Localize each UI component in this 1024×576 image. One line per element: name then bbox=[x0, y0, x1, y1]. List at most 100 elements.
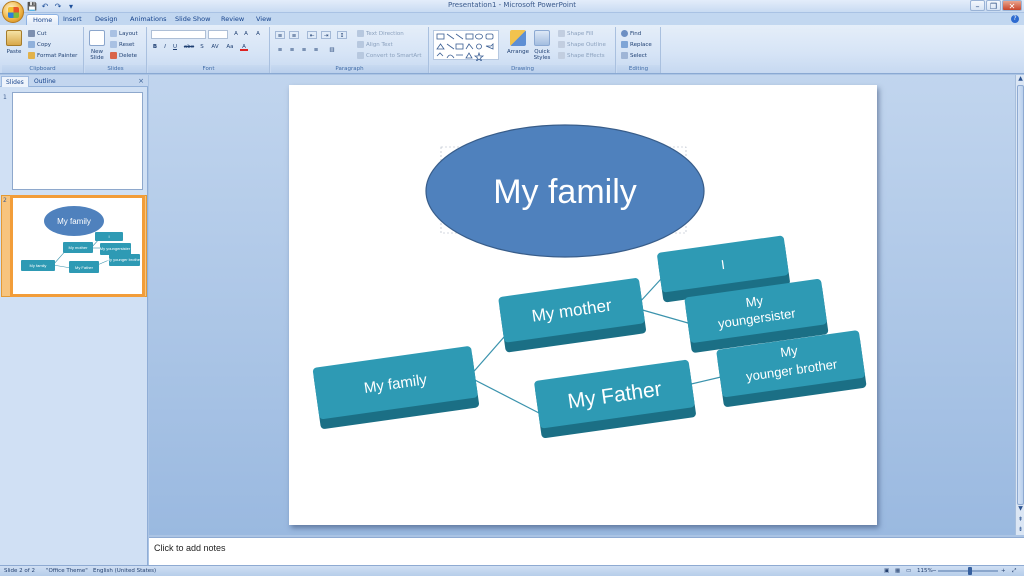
window-controls: – ❐ ✕ bbox=[969, 0, 1022, 11]
notes-placeholder[interactable]: Click to add notes bbox=[154, 543, 226, 553]
slide-sorter-icon[interactable]: ▦ bbox=[895, 567, 900, 576]
strikethrough-button[interactable]: abe bbox=[182, 43, 196, 51]
zoom-slider-knob[interactable] bbox=[968, 567, 972, 575]
slide-count: Slide 2 of 2 bbox=[4, 568, 35, 574]
minimize-button[interactable]: – bbox=[970, 0, 985, 11]
box-root[interactable]: My family bbox=[312, 346, 479, 430]
language-status[interactable]: English (United States) bbox=[93, 567, 156, 576]
zoom-out-icon[interactable]: − bbox=[932, 567, 937, 576]
text-direction-label: Text Direction bbox=[366, 30, 404, 37]
replace-button[interactable]: Replace bbox=[621, 41, 652, 48]
paste-button[interactable]: Paste bbox=[3, 49, 25, 55]
text-direction-button[interactable]: Text Direction bbox=[357, 30, 404, 37]
scroll-down-icon[interactable]: ▼ bbox=[1016, 505, 1024, 514]
select-label: Select bbox=[630, 52, 647, 59]
status-bar: Slide 2 of 2 "Office Theme" English (Uni… bbox=[0, 565, 1024, 576]
find-button[interactable]: Find bbox=[621, 30, 641, 37]
align-center-button[interactable]: ≡ bbox=[287, 46, 297, 54]
format-painter-button[interactable]: Format Painter bbox=[28, 52, 77, 59]
box-brother-label-1: My bbox=[779, 343, 799, 360]
maximize-button[interactable]: ❐ bbox=[986, 0, 1001, 11]
increase-indent-button[interactable]: ⇥ bbox=[321, 31, 331, 39]
shape-outline-button[interactable]: Shape Outline bbox=[558, 41, 606, 48]
delete-slide-button[interactable]: Delete bbox=[110, 52, 137, 59]
arrange-button[interactable]: Arrange bbox=[507, 49, 529, 55]
slides-group-label: Slides bbox=[85, 65, 146, 73]
slide-2[interactable]: My family My family My mother My Father … bbox=[289, 85, 877, 525]
align-right-button[interactable]: ≡ bbox=[299, 46, 309, 54]
bullets-button[interactable]: ≡ bbox=[275, 31, 285, 39]
quick-styles-button[interactable]: Quick Styles bbox=[531, 49, 553, 61]
tab-slide-show[interactable]: Slide Show bbox=[169, 14, 216, 25]
theme-name: "Office Theme" bbox=[46, 568, 88, 574]
new-slide-button[interactable]: New Slide bbox=[86, 49, 108, 61]
char-spacing-button[interactable]: AV bbox=[209, 43, 221, 51]
group-font: A A A B I U abe S AV Aa A Font bbox=[148, 27, 270, 73]
tab-design[interactable]: Design bbox=[89, 14, 123, 25]
select-button[interactable]: Select bbox=[621, 52, 647, 59]
font-size-combo[interactable] bbox=[208, 30, 228, 39]
normal-view-icon[interactable]: ▣ bbox=[884, 567, 889, 576]
close-panel-icon[interactable]: × bbox=[138, 77, 144, 85]
editing-group-label: Editing bbox=[617, 65, 660, 73]
ribbon: Paste Cut Copy Format Painter Clipboard … bbox=[0, 25, 1024, 74]
shape-effects-button[interactable]: Shape Effects bbox=[558, 52, 605, 59]
tab-home[interactable]: Home bbox=[26, 14, 60, 25]
grow-font-button[interactable]: A bbox=[232, 30, 240, 38]
slide-canvas: My family My family My mother My Father … bbox=[149, 75, 1015, 535]
scroll-thumb[interactable] bbox=[1017, 85, 1024, 505]
next-slide-icon[interactable]: ⇟ bbox=[1016, 526, 1024, 535]
shape-outline-label: Shape Outline bbox=[567, 41, 606, 48]
clear-format-button[interactable]: A bbox=[254, 30, 262, 38]
scroll-up-icon[interactable]: ▲ bbox=[1016, 75, 1024, 84]
reset-label: Reset bbox=[119, 41, 135, 48]
mind-map-diagram: My family My family My mother My Father … bbox=[312, 124, 867, 439]
tab-animations[interactable]: Animations bbox=[124, 14, 173, 25]
tab-review[interactable]: Review bbox=[215, 14, 250, 25]
align-text-button[interactable]: Align Text bbox=[357, 41, 393, 48]
justify-button[interactable]: ≡ bbox=[311, 46, 321, 54]
box-mother[interactable]: My mother bbox=[498, 278, 646, 353]
font-name-combo[interactable] bbox=[151, 30, 206, 39]
zoom-level[interactable]: 115% bbox=[917, 567, 933, 576]
quick-styles-icon bbox=[534, 30, 550, 46]
slideshow-view-icon[interactable]: ▭ bbox=[906, 567, 911, 576]
office-button[interactable] bbox=[2, 1, 24, 23]
reset-button[interactable]: Reset bbox=[110, 41, 134, 48]
help-icon[interactable]: ? bbox=[1011, 15, 1019, 23]
zoom-in-icon[interactable]: + bbox=[1001, 567, 1006, 576]
bold-button[interactable]: B bbox=[151, 43, 159, 51]
tab-insert[interactable]: Insert bbox=[57, 14, 88, 25]
columns-button[interactable]: ▥ bbox=[327, 46, 337, 54]
shapes-gallery[interactable] bbox=[433, 30, 499, 63]
font-color-button[interactable]: A bbox=[240, 43, 248, 51]
slide-thumbnail-1[interactable] bbox=[12, 92, 143, 190]
box-father[interactable]: My Father bbox=[534, 359, 697, 439]
thumb-label-father: My Father bbox=[75, 265, 94, 270]
cut-button[interactable]: Cut bbox=[28, 30, 46, 37]
vertical-scrollbar[interactable]: ▲ ▼ ⇞ ⇟ bbox=[1015, 75, 1024, 535]
change-case-button[interactable]: Aa bbox=[224, 43, 236, 51]
align-left-button[interactable]: ≡ bbox=[275, 46, 285, 54]
decrease-indent-button[interactable]: ⇤ bbox=[307, 31, 317, 39]
close-button[interactable]: ✕ bbox=[1002, 0, 1022, 11]
layout-button[interactable]: Layout bbox=[110, 30, 138, 37]
tab-slides[interactable]: Slides bbox=[1, 76, 29, 87]
convert-smartart-button[interactable]: Convert to SmartArt bbox=[357, 52, 422, 59]
shrink-font-button[interactable]: A bbox=[242, 30, 250, 38]
notes-pane[interactable]: Click to add notes bbox=[149, 537, 1024, 565]
italic-button[interactable]: I bbox=[161, 43, 169, 51]
line-spacing-button[interactable]: ↕ bbox=[337, 31, 347, 39]
tab-view[interactable]: View bbox=[250, 14, 277, 25]
copy-button[interactable]: Copy bbox=[28, 41, 51, 48]
thumb-label-root: My family bbox=[30, 263, 47, 268]
numbering-button[interactable]: ≡ bbox=[289, 31, 299, 39]
shape-fill-button[interactable]: Shape Fill bbox=[558, 30, 593, 37]
shadow-button[interactable]: S bbox=[198, 43, 206, 51]
tab-outline[interactable]: Outline bbox=[30, 76, 60, 87]
slide-thumbnail-2[interactable]: My family My family My mother My Father … bbox=[10, 195, 145, 297]
fit-to-window-icon[interactable]: ⤢ bbox=[1012, 567, 1016, 576]
underline-button[interactable]: U bbox=[171, 43, 179, 51]
previous-slide-icon[interactable]: ⇞ bbox=[1016, 516, 1024, 525]
layout-label: Layout bbox=[119, 30, 138, 37]
